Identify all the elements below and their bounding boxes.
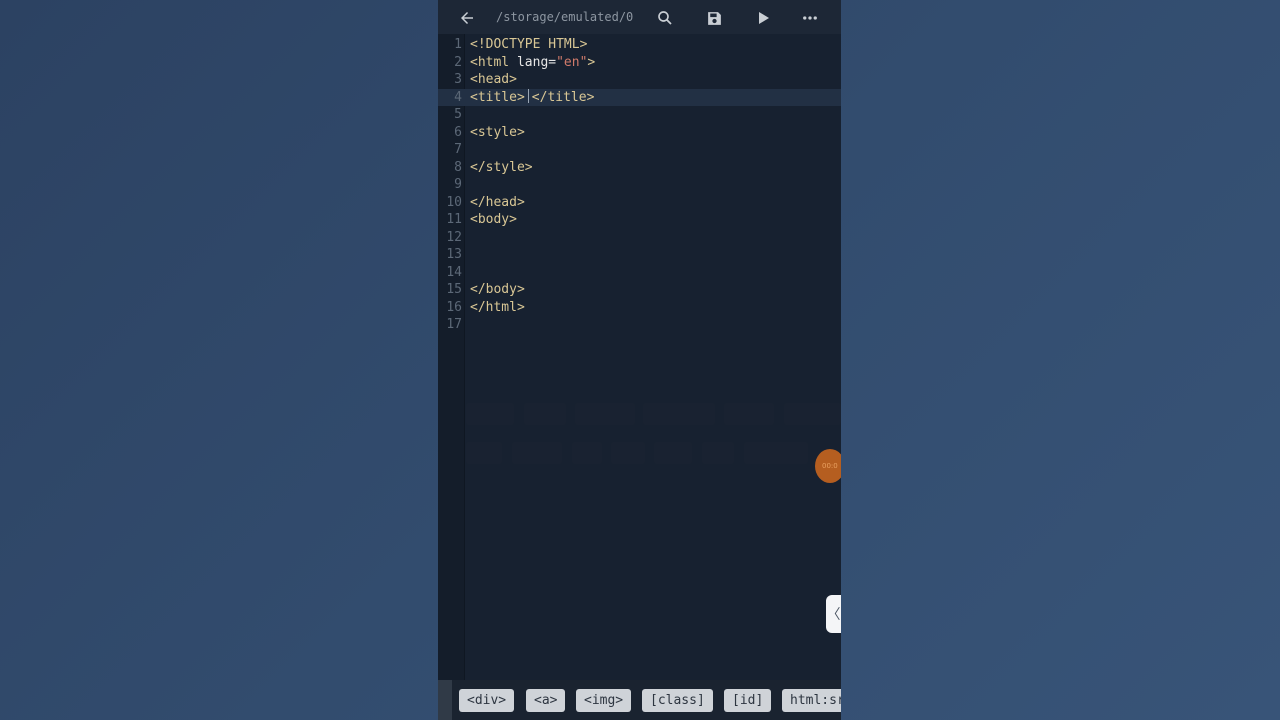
code-line[interactable]: 11 <body> <box>438 211 841 229</box>
more-horizontal-icon <box>803 16 817 20</box>
line-number: 15 <box>446 282 462 297</box>
play-icon <box>759 12 769 24</box>
code-line[interactable]: 8 </style> <box>438 159 841 177</box>
code-line[interactable]: 5 <box>438 106 841 124</box>
ghost-overlay <box>643 403 715 425</box>
code-editor[interactable]: 1 <!DOCTYPE HTML> 2 <html lang="en"> 3 <… <box>438 34 841 680</box>
editor-app: /storage/emulated/0 1 <!DOCTYPE HTML> 2 … <box>438 0 841 720</box>
code-line[interactable]: 10 </head> <box>438 194 841 212</box>
save-icon <box>707 11 721 25</box>
ghost-overlay <box>724 403 774 425</box>
ghost-overlay <box>575 403 635 425</box>
back-button[interactable] <box>453 4 481 32</box>
search-button[interactable] <box>651 4 679 32</box>
code-text: <body> <box>470 212 517 227</box>
snippet-bar-handle[interactable] <box>438 680 452 720</box>
code-text: <head> <box>470 72 517 87</box>
code-line[interactable]: 17 <box>438 316 841 334</box>
more-button[interactable] <box>796 4 824 32</box>
code-text: <style> <box>470 124 525 140</box>
run-button[interactable] <box>749 4 777 32</box>
code-token: > <box>587 54 596 70</box>
line-number: 3 <box>454 72 462 87</box>
text-cursor <box>527 88 529 103</box>
line-number: 11 <box>446 212 462 227</box>
line-number: 8 <box>454 159 462 175</box>
chevron-left-icon: 〈 <box>826 607 841 623</box>
ghost-overlay <box>611 442 645 464</box>
code-text: </html> <box>470 299 525 315</box>
ghost-overlay <box>466 403 514 425</box>
code-text: <title> </title> <box>470 88 595 107</box>
line-number: 5 <box>454 107 462 122</box>
line-number: 2 <box>454 54 462 70</box>
code-token: lang= <box>509 54 557 70</box>
code-text: </style> <box>470 159 533 175</box>
code-text-before-cursor: <title> <box>470 89 525 105</box>
recording-timer-button[interactable]: 00:0 <box>815 449 841 483</box>
snippet-div[interactable]: <div> <box>459 689 515 712</box>
file-path: /storage/emulated/0 <box>496 10 634 24</box>
code-line[interactable]: 6 <style> <box>438 124 841 142</box>
ghost-overlay <box>524 403 566 425</box>
code-line[interactable]: 16 </html> <box>438 299 841 317</box>
line-number: 10 <box>446 194 462 210</box>
snippet-bar: <div> <a> <img> [class] [id] html:sr <box>438 680 841 720</box>
line-number: 1 <box>454 37 462 52</box>
snippet-a[interactable]: <a> <box>526 689 566 712</box>
line-number: 12 <box>446 229 462 245</box>
code-text: <html lang="en"> <box>470 54 595 72</box>
ghost-overlay <box>512 442 562 464</box>
code-line[interactable]: 1 <!DOCTYPE HTML> <box>438 36 841 54</box>
timer-text: 00:0 <box>822 462 838 470</box>
line-number: 9 <box>454 177 462 192</box>
line-number: 6 <box>454 124 462 140</box>
ghost-overlay <box>654 442 692 464</box>
toolbar: /storage/emulated/0 <box>438 0 841 34</box>
snippet-html-sr[interactable]: html:sr <box>782 689 841 712</box>
code-line[interactable]: 12 <box>438 229 841 247</box>
code-text: </body> <box>470 282 525 297</box>
code-line[interactable]: 2 <html lang="en"> <box>438 54 841 72</box>
arrow-left-icon <box>461 12 473 24</box>
code-line[interactable]: 9 <box>438 176 841 194</box>
snippet-class[interactable]: [class] <box>642 689 713 712</box>
code-text: </head> <box>470 194 525 210</box>
code-token: "en" <box>556 54 588 70</box>
code-text-after-cursor: </title> <box>531 89 595 105</box>
line-number: 14 <box>446 264 462 280</box>
search-icon <box>658 11 672 25</box>
line-number: 7 <box>454 142 462 157</box>
ghost-overlay <box>572 442 602 464</box>
ghost-overlay <box>702 442 734 464</box>
code-text: <!DOCTYPE HTML> <box>470 37 588 52</box>
ghost-overlay <box>784 403 841 425</box>
code-line[interactable]: 13 <box>438 246 841 264</box>
code-line[interactable]: 7 <box>438 141 841 159</box>
line-number: 4 <box>454 89 462 105</box>
code-token: <html <box>470 54 510 70</box>
snippet-img[interactable]: <img> <box>576 689 632 712</box>
ghost-overlay <box>466 442 502 464</box>
snippet-id[interactable]: [id] <box>724 689 772 712</box>
code-line[interactable]: 15 </body> <box>438 281 841 299</box>
side-panel-handle[interactable]: 〈 <box>826 595 841 633</box>
line-number: 16 <box>446 299 462 315</box>
code-line-active[interactable]: 4 <title> </title> <box>438 88 841 107</box>
save-button[interactable] <box>700 4 728 32</box>
line-number: 17 <box>446 317 462 332</box>
ghost-overlay <box>744 442 808 464</box>
line-number: 13 <box>446 247 462 262</box>
code-line[interactable]: 3 <head> <box>438 71 841 89</box>
code-line[interactable]: 14 <box>438 264 841 282</box>
